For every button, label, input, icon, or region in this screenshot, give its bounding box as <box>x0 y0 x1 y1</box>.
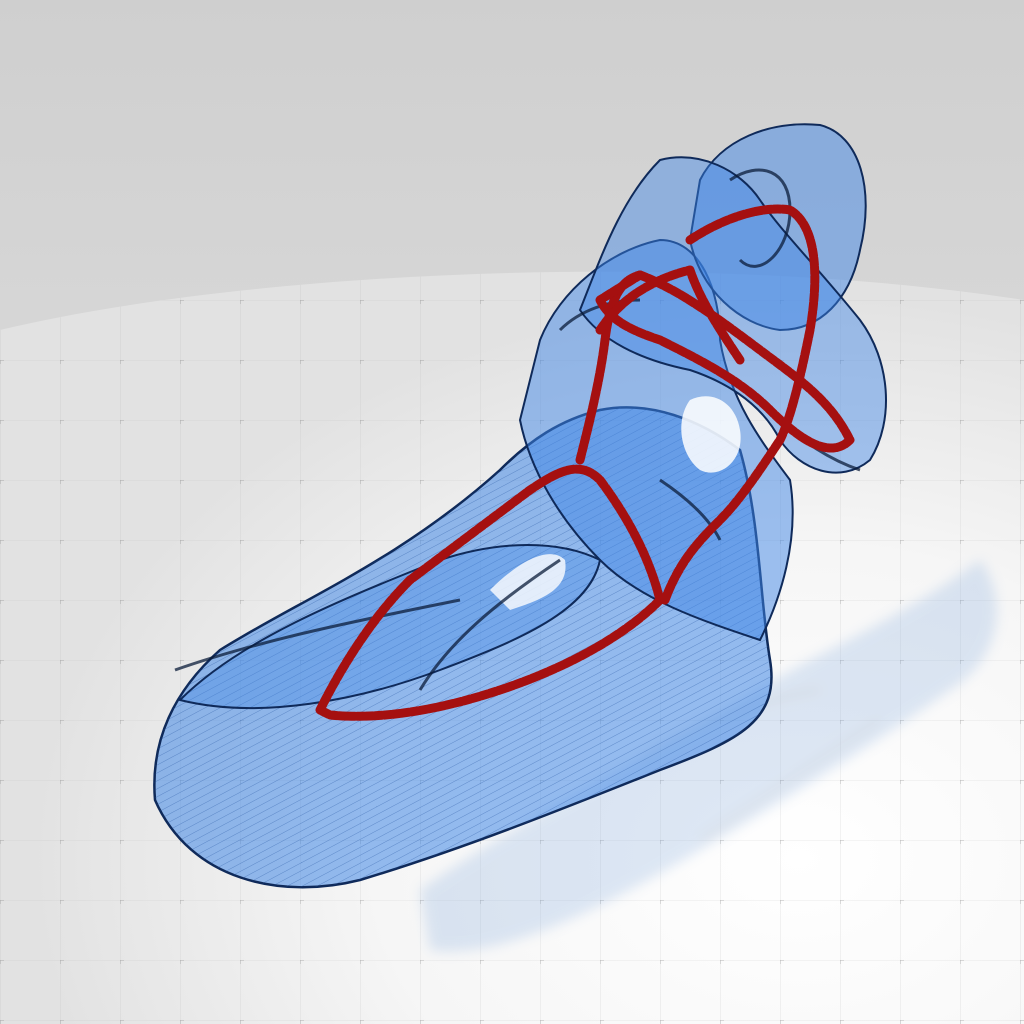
render-viewport <box>0 0 1024 1024</box>
